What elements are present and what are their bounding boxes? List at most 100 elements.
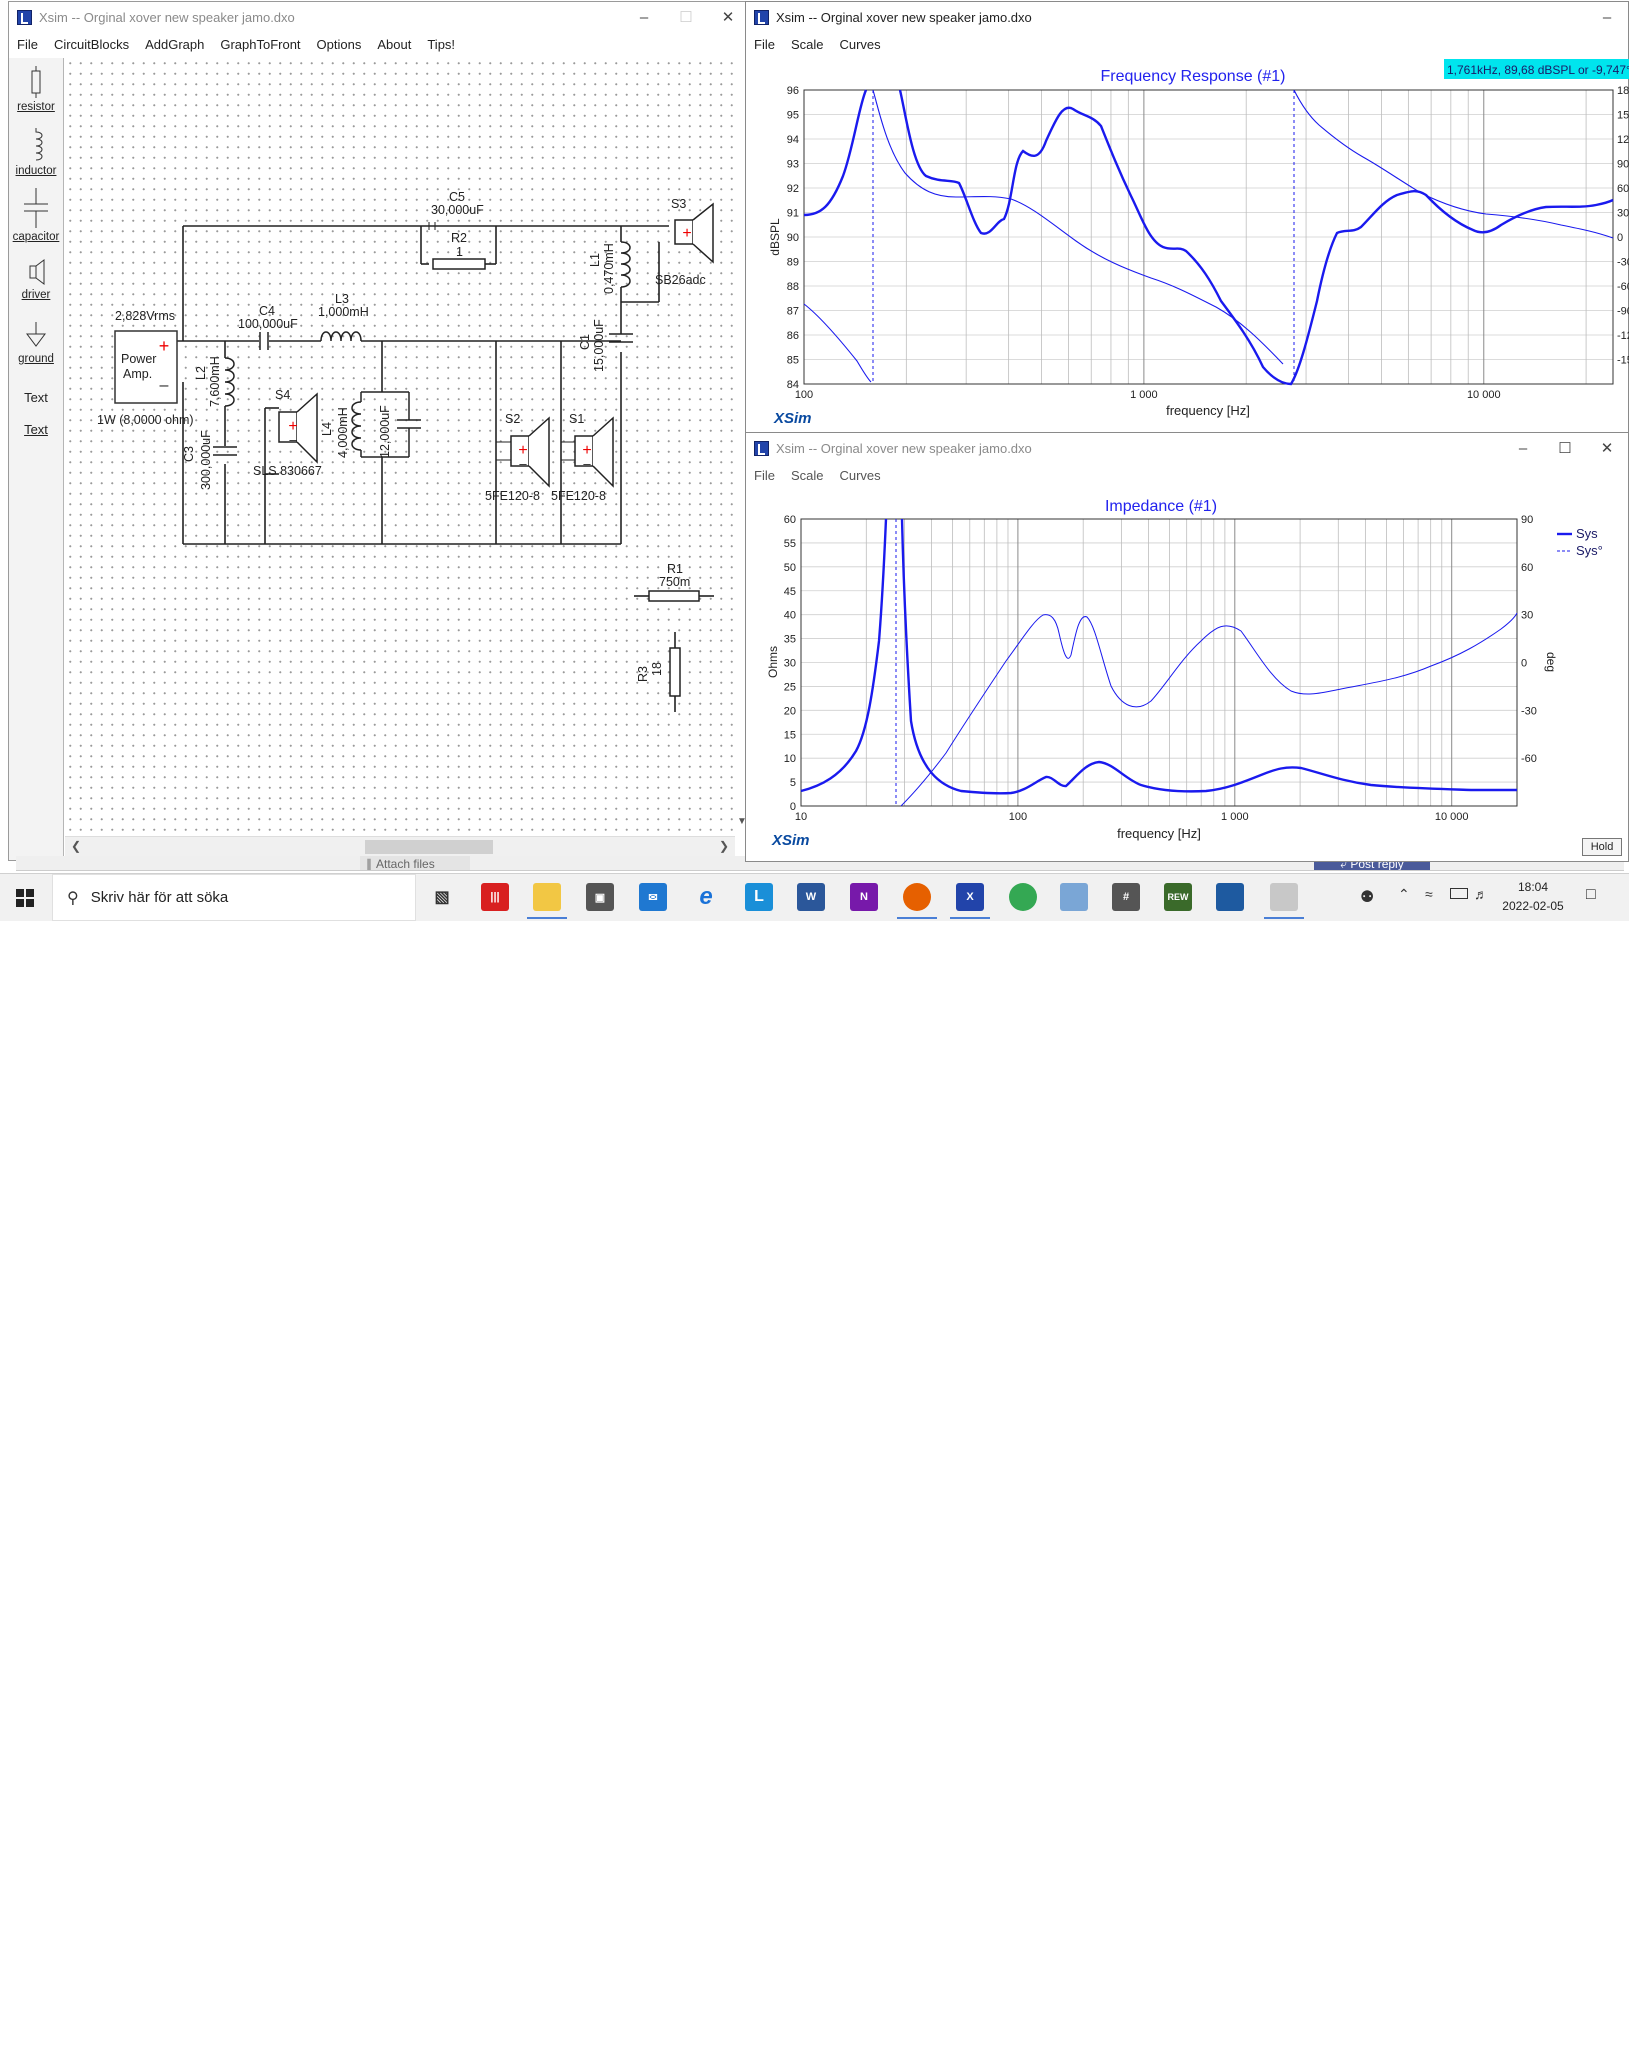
xsim-app-icon: [754, 9, 769, 25]
hold-button[interactable]: Hold: [1582, 838, 1622, 856]
chrome-icon[interactable]: [1009, 883, 1037, 911]
menu-options[interactable]: Options: [309, 37, 370, 52]
start-button[interactable]: [0, 874, 50, 921]
menu-addgraph[interactable]: AddGraph: [137, 37, 212, 52]
cursor-readout: 1,761kHz, 89,68 dBSPL or -9,747°: [1447, 63, 1629, 77]
svg-text:–: –: [583, 456, 591, 471]
palette-text-underlined[interactable]: Text: [9, 422, 63, 437]
imp-maximize-button[interactable]: ☐: [1544, 439, 1586, 457]
imp-y-tick-label: 30: [784, 658, 796, 670]
imp-menubar: File Scale Curves: [746, 463, 1628, 487]
freq-y-tick-label: 87: [787, 306, 799, 318]
l-app-icon[interactable]: L: [745, 883, 773, 911]
people-icon[interactable]: ⚉: [1360, 887, 1374, 907]
remote-desktop-icon[interactable]: [1060, 883, 1088, 911]
freq-menu-curves[interactable]: Curves: [831, 37, 888, 52]
menu-tips[interactable]: Tips!: [419, 37, 463, 52]
tray-chevron-icon[interactable]: ⌃: [1398, 886, 1410, 903]
imp-menu-scale[interactable]: Scale: [783, 468, 832, 483]
scroll-thumb[interactable]: [365, 840, 493, 854]
palette-inductor[interactable]: inductor: [9, 128, 63, 177]
xsim-taskbar-icon[interactable]: X: [956, 883, 984, 911]
scroll-right-icon[interactable]: ❯: [719, 839, 729, 853]
maximize-button[interactable]: ☐: [665, 8, 707, 26]
menu-circuitblocks[interactable]: CircuitBlocks: [46, 37, 137, 52]
freq-ylabel: dBSPL: [768, 218, 782, 256]
imp-titlebar[interactable]: Xsim -- Orginal xover new speaker jamo.d…: [746, 433, 1628, 463]
menu-about[interactable]: About: [369, 37, 419, 52]
imp-x-tick-label: 10: [795, 811, 807, 823]
palette-driver[interactable]: driver: [9, 258, 63, 301]
palette-ground[interactable]: ground: [9, 322, 63, 365]
menu-file[interactable]: File: [9, 37, 46, 52]
wifi-icon[interactable]: ≈: [1425, 886, 1433, 902]
freq-y-tick-label: 96: [787, 85, 799, 97]
imp-xsim-brand: XSim: [771, 832, 810, 849]
firefox-icon[interactable]: [903, 883, 931, 911]
palette-capacitor[interactable]: capacitor: [9, 188, 63, 243]
frequency-response-graph[interactable]: Frequency Response (#1) 1,761kHz, 89,68 …: [746, 57, 1629, 433]
imp-x-tick-label: 100: [1009, 811, 1027, 823]
battery-icon[interactable]: [1450, 888, 1468, 899]
freq-y-tick-label: 89: [787, 257, 799, 269]
palette-inductor-label: inductor: [15, 165, 57, 177]
schematic-hscrollbar[interactable]: ❮ ❯: [65, 836, 735, 857]
imp-xlabel: frequency [Hz]: [1117, 826, 1201, 841]
freq-y-tick-label: 86: [787, 330, 799, 342]
amp-label-2: Amp.: [123, 367, 152, 381]
freq-menu-scale[interactable]: Scale: [783, 37, 832, 52]
scroll-left-icon[interactable]: ❮: [71, 839, 81, 853]
imp-menu-file[interactable]: File: [746, 468, 783, 483]
imp-menu-curves[interactable]: Curves: [831, 468, 888, 483]
impedance-phase-curve: [900, 612, 1518, 807]
paint-icon[interactable]: [1270, 883, 1298, 911]
clock[interactable]: 18:04 2022-02-05: [1494, 878, 1572, 916]
impedance-graph[interactable]: Impedance (#1) 605550454035302520151050 …: [746, 488, 1629, 862]
legend-sys-phase-label: Sys°: [1576, 543, 1603, 558]
s4-model: SLS 830667: [253, 464, 322, 478]
freq-y-tick-label: 93: [787, 159, 799, 171]
schematic-canvas[interactable]: + – Power Amp. 2,828Vrms 1W (8,0000 ohm)…: [65, 58, 735, 836]
store-icon[interactable]: ▣: [586, 883, 614, 911]
close-button[interactable]: ✕: [707, 8, 749, 26]
imp-y-tick-label: 20: [784, 705, 796, 717]
notification-center-icon[interactable]: □: [1586, 886, 1596, 904]
freq-menu-file[interactable]: File: [746, 37, 783, 52]
red-app-icon[interactable]: |||: [481, 883, 509, 911]
windows-logo-icon: [16, 888, 34, 907]
file-explorer-active-indicator: [527, 917, 567, 919]
freq-y-tick-label: 94: [787, 134, 799, 146]
resistor-icon: [31, 66, 41, 98]
imp-close-button[interactable]: ✕: [1586, 439, 1628, 457]
attach-files-button[interactable]: ∥ Attach files: [360, 856, 470, 870]
palette-driver-label: driver: [21, 289, 51, 301]
rew-icon[interactable]: REW: [1164, 883, 1192, 911]
l2-value: 7,600mH: [208, 356, 222, 407]
calculator-icon[interactable]: #: [1112, 883, 1140, 911]
imp-y2-tick-label: 30: [1521, 610, 1533, 622]
palette-resistor[interactable]: resistor: [9, 66, 63, 113]
taskbar-search-box[interactable]: ⚲ Skriv här för att söka: [52, 874, 416, 921]
task-view-icon[interactable]: ▧: [428, 883, 456, 911]
schematic-titlebar[interactable]: Xsim -- Orginal xover new speaker jamo.d…: [9, 2, 749, 32]
onenote-icon[interactable]: N: [850, 883, 878, 911]
freq-minimize-button[interactable]: –: [1586, 9, 1628, 26]
s1-model: 5FE120-8: [551, 489, 606, 503]
freq-y2-tick-label: -60: [1617, 281, 1629, 293]
volume-icon[interactable]: ♬: [1474, 886, 1488, 902]
xsim-active-indicator: [950, 917, 990, 919]
search-icon: ⚲: [67, 889, 79, 907]
edge-legacy-icon[interactable]: e: [692, 883, 720, 911]
c2-value: 12,000uF: [378, 405, 392, 458]
photos-icon[interactable]: [1216, 883, 1244, 911]
minimize-button[interactable]: –: [623, 9, 665, 26]
freq-y-tick-label: 88: [787, 281, 799, 293]
mail-icon[interactable]: ✉: [639, 883, 667, 911]
freq-titlebar[interactable]: Xsim -- Orginal xover new speaker jamo.d…: [746, 2, 1628, 32]
word-icon[interactable]: W: [797, 883, 825, 911]
file-explorer-icon[interactable]: [533, 883, 561, 911]
palette-text[interactable]: Text: [9, 390, 63, 405]
menu-graphtofront[interactable]: GraphToFront: [212, 37, 308, 52]
imp-minimize-button[interactable]: –: [1502, 440, 1544, 457]
s2-name: S2: [505, 412, 520, 426]
